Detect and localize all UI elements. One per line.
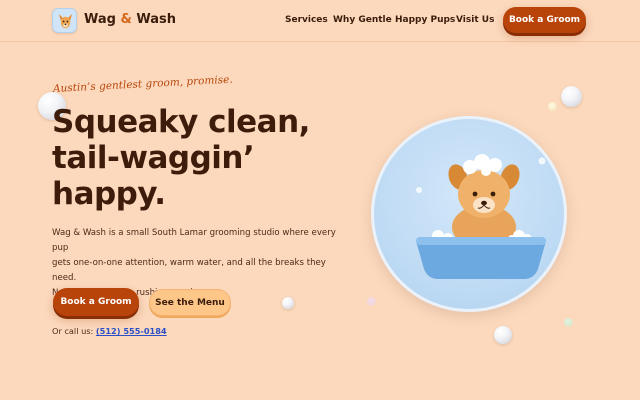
nav-link-happy-pups[interactable]: Happy Pups [395,15,455,25]
call-us-line: Or call us: (512) 555-0184 [52,326,167,336]
brand-name[interactable]: Wag & Wash [84,12,176,27]
logo[interactable] [52,8,77,33]
description-line: Wag & Wash is a small South Lamar groomi… [52,228,336,253]
dog-face-icon [58,13,73,29]
soap-bubble [564,318,573,327]
header-book-button[interactable]: Book a Groom [503,7,586,33]
hero-illustration [371,116,567,312]
description-line: gets one-on-one attention, warm water, a… [52,258,326,283]
headline-line: happy. [52,176,166,212]
soap-bubble [548,102,557,111]
nav-link-services[interactable]: Services [285,15,328,25]
soap-bubble [561,86,582,107]
hero-headline: Squeaky clean, tail-waggin’ happy. [52,104,322,212]
headline-line: tail-waggin’ [52,140,255,176]
brand-ampersand: & [120,12,132,27]
site-header: Wag & Wash Services Why Gentle Happy Pup… [0,0,640,42]
phone-link[interactable]: (512) 555-0184 [96,326,167,336]
call-us-label: Or call us: [52,326,94,336]
brand-name-part2: Wash [136,12,177,27]
hero-tagline: Austin’s gentlest groom, promise. [52,73,233,95]
headline-line: Squeaky clean, [52,104,310,140]
soap-bubble [494,326,512,344]
brand-name-part1: Wag [84,12,116,27]
nav-link-why-gentle[interactable]: Why Gentle [333,15,392,25]
nav-link-visit-us[interactable]: Visit Us [456,15,494,25]
book-groom-button[interactable]: Book a Groom [53,288,139,316]
see-menu-button[interactable]: See the Menu [149,289,231,316]
dog-in-bath-illustration [416,154,546,279]
